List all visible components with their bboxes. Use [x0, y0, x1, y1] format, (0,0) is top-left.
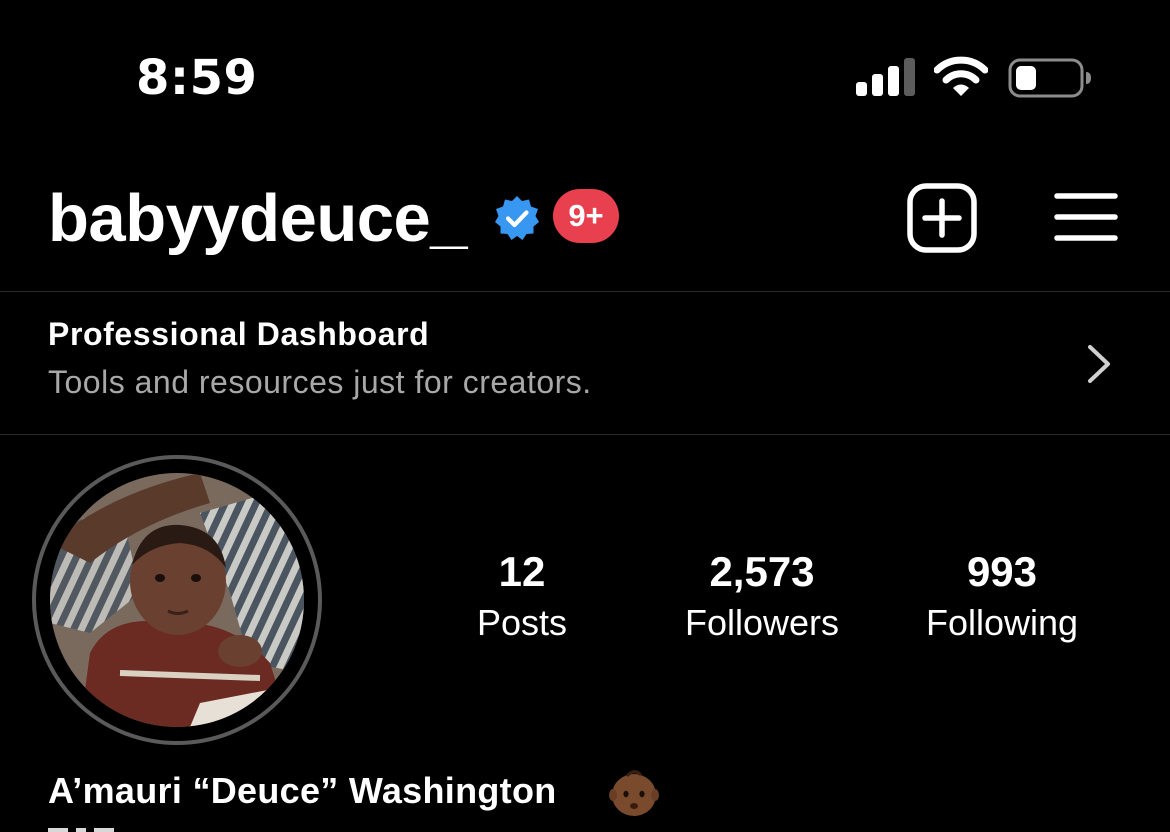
- dashboard-title: Professional Dashboard: [48, 316, 430, 352]
- bio-line-partial: [48, 828, 114, 832]
- profile-username[interactable]: babyydeuce_: [48, 180, 468, 258]
- verified-badge-icon: [495, 196, 539, 240]
- battery-low-icon: [1008, 58, 1091, 98]
- cellular-signal-icon: [856, 58, 915, 96]
- followers-stat[interactable]: 2,573 Followers: [642, 548, 882, 648]
- followers-label: Followers: [684, 602, 840, 643]
- baby-emoji-icon: [609, 770, 659, 816]
- status-time: 8:59: [136, 50, 258, 106]
- profile-avatar[interactable]: [32, 455, 322, 745]
- dashboard-divider: [0, 434, 1170, 435]
- following-stat[interactable]: 993 Following: [882, 548, 1122, 648]
- dashboard-subtitle: Tools and resources just for creators.: [48, 364, 592, 400]
- plus-square-icon[interactable]: [906, 182, 978, 254]
- chevron-right-icon: [1088, 345, 1110, 383]
- profile-full-name: A’mauri “Deuce” Washington: [48, 770, 557, 811]
- notification-badge[interactable]: 9+: [553, 189, 619, 243]
- following-count: 993: [966, 548, 1038, 595]
- posts-count: 12: [498, 548, 546, 595]
- wifi-icon: [934, 56, 988, 96]
- hamburger-menu-icon[interactable]: [1054, 190, 1118, 244]
- posts-label: Posts: [476, 602, 568, 643]
- posts-stat[interactable]: 12 Posts: [402, 548, 642, 648]
- followers-count: 2,573: [709, 548, 815, 595]
- professional-dashboard-row[interactable]: Professional Dashboard Tools and resourc…: [0, 292, 1170, 434]
- following-label: Following: [925, 602, 1079, 643]
- avatar: [50, 473, 304, 727]
